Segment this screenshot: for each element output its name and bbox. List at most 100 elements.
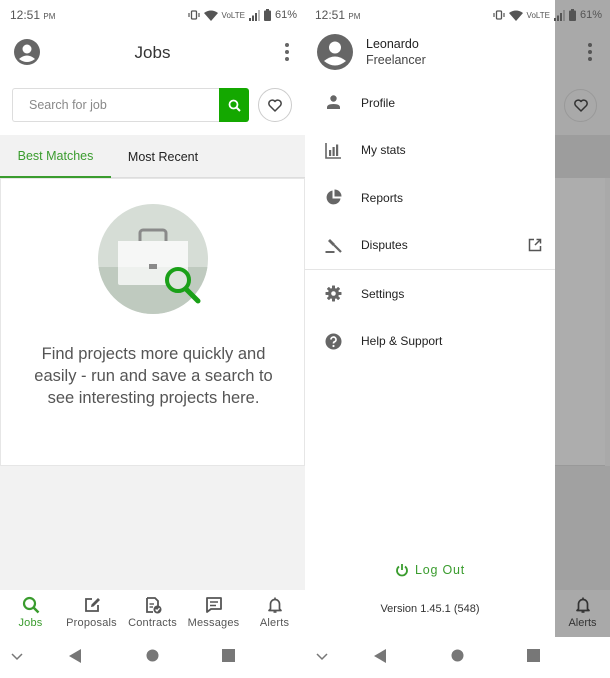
job-tabs: Best Matches Most Recent xyxy=(0,135,305,178)
home-icon[interactable] xyxy=(451,649,464,662)
heart-outline-icon xyxy=(268,98,282,112)
drawer-header[interactable]: Leonardo Freelancer xyxy=(317,34,426,70)
help-circle-icon xyxy=(325,333,342,350)
system-nav-bar xyxy=(305,637,610,678)
tab-most-recent[interactable]: Most Recent xyxy=(111,135,215,178)
empty-card-dimmed: Find projects more quickly and easily - … xyxy=(555,178,605,466)
menu-item-disputes[interactable]: Disputes xyxy=(305,222,555,270)
gavel-icon xyxy=(325,238,342,253)
wifi-icon xyxy=(203,10,218,21)
nav-jobs[interactable]: Jobs xyxy=(0,590,61,637)
back-icon[interactable] xyxy=(69,649,81,663)
person-icon xyxy=(327,95,340,110)
bell-icon xyxy=(575,597,590,613)
drawer-screen: Find projects more quickly and easily - … xyxy=(305,0,610,678)
pie-chart-icon xyxy=(326,189,342,205)
status-time: 12:51 PM xyxy=(315,8,360,22)
menu-label: Reports xyxy=(361,190,404,205)
recents-icon[interactable] xyxy=(527,649,540,662)
chevron-down-icon[interactable] xyxy=(316,653,328,661)
system-nav-bar xyxy=(0,637,305,678)
menu-label: Disputes xyxy=(361,238,408,253)
account-circle-icon[interactable] xyxy=(14,39,40,65)
nav-proposals-label: Proposals xyxy=(66,617,117,629)
bottom-nav: Jobs Proposals Contracts Messages Alerts xyxy=(0,590,305,637)
scrim-overlay[interactable]: Find projects more quickly and easily - … xyxy=(555,0,610,637)
status-time: 12:51 PM xyxy=(10,8,55,22)
status-time-value: 12:51 xyxy=(10,8,41,22)
network-label: VoLTE xyxy=(221,10,245,20)
background-dimmed xyxy=(555,466,610,590)
logout-button[interactable]: Log Out xyxy=(305,563,555,577)
network-label: VoLTE xyxy=(526,10,550,20)
menu-item-help-support[interactable]: Help & Support xyxy=(305,318,555,366)
menu-item-reports[interactable]: Reports xyxy=(305,174,555,222)
status-bar: 12:51 PM VoLTE 61% xyxy=(0,0,305,30)
empty-state-message: Find projects more quickly and easily - … xyxy=(34,345,273,407)
logout-label: Log Out xyxy=(414,563,466,577)
avatar xyxy=(317,34,353,70)
nav-messages-label: Messages xyxy=(187,617,240,629)
menu-label: Settings xyxy=(361,286,405,301)
heart-outline-icon xyxy=(573,99,588,112)
nav-jobs-label: Jobs xyxy=(18,617,43,629)
status-ampm: PM xyxy=(348,12,361,21)
search-icon xyxy=(228,99,241,112)
power-icon xyxy=(396,564,408,577)
more-vert-icon[interactable] xyxy=(283,41,291,63)
vibrate-icon xyxy=(187,10,200,20)
contract-check-icon xyxy=(145,597,161,614)
menu-label: Help & Support xyxy=(361,334,443,349)
saved-jobs-button[interactable] xyxy=(258,88,292,122)
bell-icon xyxy=(267,597,282,613)
signal-icon xyxy=(553,9,565,21)
recents-icon[interactable] xyxy=(222,649,235,662)
status-time-value: 12:51 xyxy=(315,8,346,22)
bar-chart-icon xyxy=(325,142,341,159)
app-bar: Jobs xyxy=(0,30,305,75)
nav-alerts[interactable]: Alerts xyxy=(244,590,305,637)
saved-jobs-button-dimmed xyxy=(564,89,597,122)
app-version: Version 1.45.1 (548) xyxy=(380,603,480,615)
message-icon xyxy=(205,597,222,613)
nav-contracts-label: Contracts xyxy=(128,617,177,629)
search-input[interactable]: Search for job xyxy=(12,88,219,122)
menu-item-my-stats[interactable]: My stats xyxy=(305,127,555,175)
search-button[interactable] xyxy=(219,88,249,122)
chevron-down-icon[interactable] xyxy=(11,653,23,661)
vibrate-icon xyxy=(492,10,505,20)
menu-label: Profile xyxy=(361,95,396,110)
user-role: Freelancer xyxy=(366,53,426,67)
tab-best-matches[interactable]: Best Matches xyxy=(0,135,111,178)
nav-alerts-label: Alerts xyxy=(259,617,290,629)
menu-item-profile[interactable]: Profile xyxy=(305,79,555,127)
battery-percent: 61% xyxy=(579,9,602,21)
nav-contracts[interactable]: Contracts xyxy=(122,590,183,637)
battery-icon xyxy=(263,9,271,21)
more-vert-icon xyxy=(588,43,592,61)
home-icon[interactable] xyxy=(146,649,159,662)
briefcase-search-illustration xyxy=(98,204,208,314)
search-row: Search for job xyxy=(12,88,294,122)
menu-label: My stats xyxy=(361,143,406,158)
empty-state-card: Find projects more quickly and easily - … xyxy=(0,178,305,466)
menu-item-settings[interactable]: Settings xyxy=(305,270,555,318)
page-title: Jobs xyxy=(134,42,171,62)
alerts-label-dimmed: Alerts xyxy=(568,617,597,629)
empty-message-dimmed: Find projects more quickly and easily - … xyxy=(555,342,588,408)
nav-proposals[interactable]: Proposals xyxy=(61,590,122,637)
external-link-icon xyxy=(528,238,542,251)
user-info: Leonardo Freelancer xyxy=(366,36,426,68)
back-icon[interactable] xyxy=(374,649,386,663)
nav-messages[interactable]: Messages xyxy=(183,590,244,637)
status-icons: VoLTE 61% xyxy=(492,9,602,21)
navigation-drawer: Leonardo Freelancer Profile My stats Rep… xyxy=(305,0,555,637)
gear-icon xyxy=(325,285,342,302)
jobs-screen: 12:51 PM VoLTE 61% Jobs Search for job B… xyxy=(0,0,305,678)
user-name: Leonardo xyxy=(366,37,419,51)
status-ampm: PM xyxy=(43,12,56,21)
battery-icon xyxy=(568,9,576,21)
status-icons: VoLTE 61% xyxy=(187,9,297,21)
signal-icon xyxy=(248,9,260,21)
search-icon xyxy=(22,596,39,614)
